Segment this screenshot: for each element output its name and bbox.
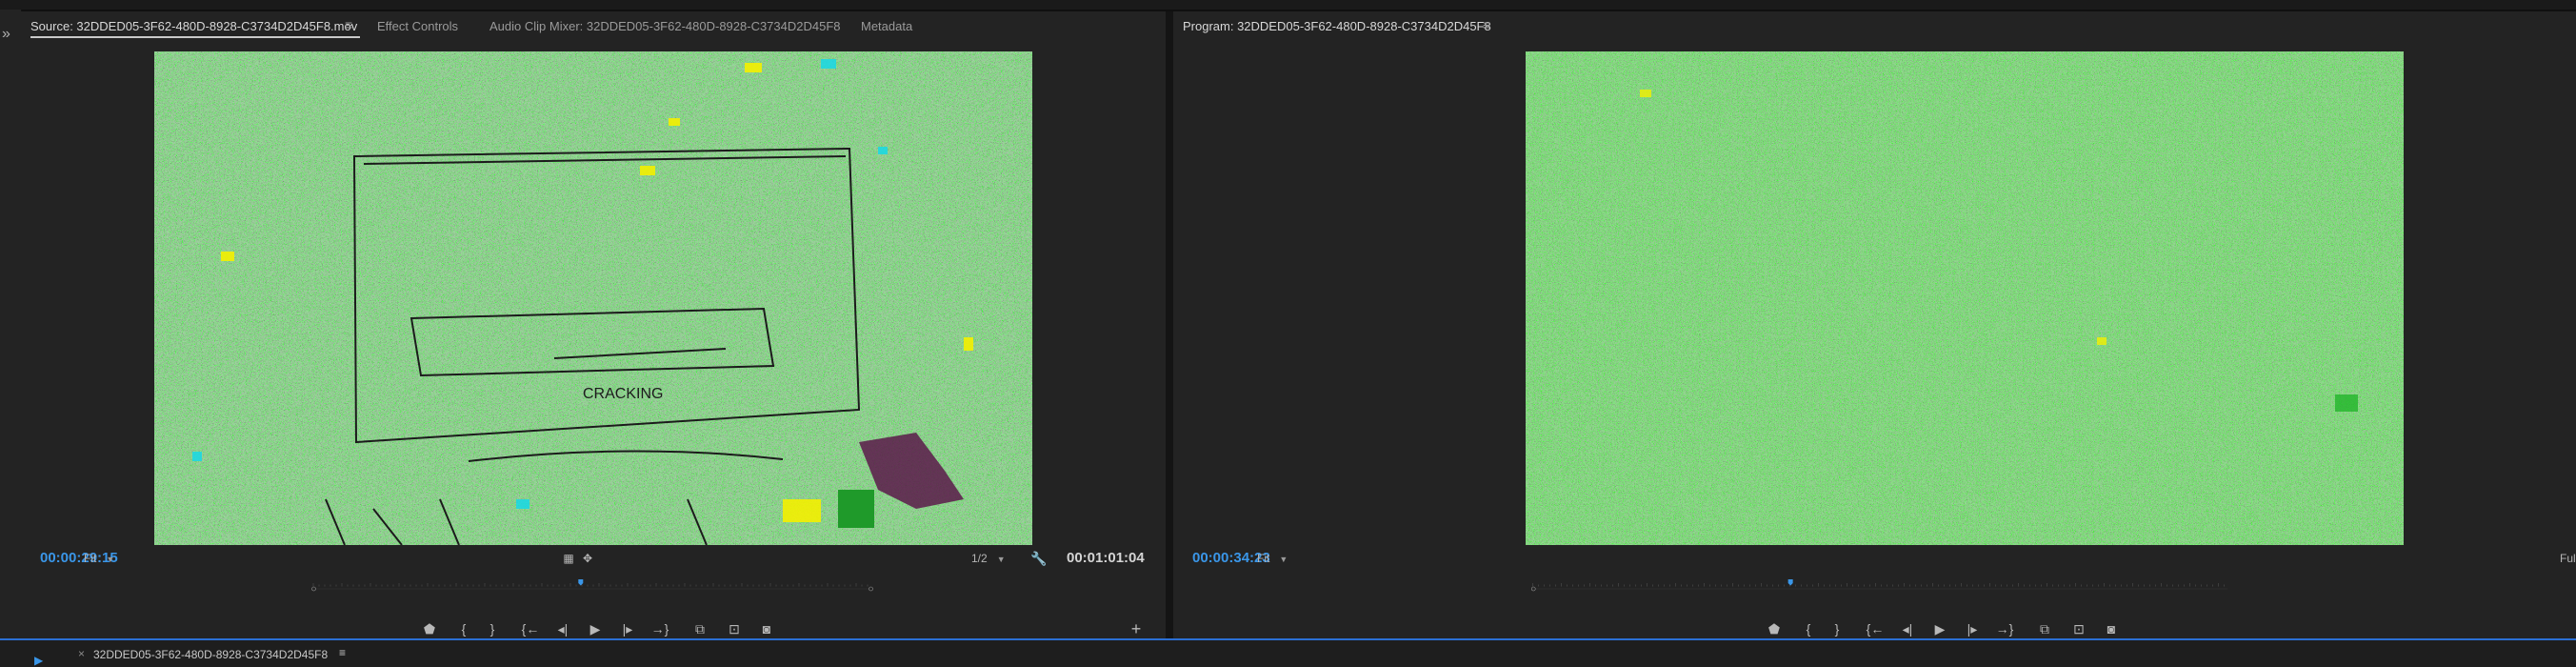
active-tab-underline bbox=[30, 36, 360, 38]
program-resolution-dropdown[interactable]: Ful bbox=[2560, 552, 2576, 565]
source-resolution-dropdown[interactable]: 1/2 ▼ bbox=[971, 552, 1006, 565]
mark-in-icon[interactable]: { bbox=[453, 621, 474, 637]
source-tabbar: Source: 32DDED05-3F62-480D-8928-C3734D2D… bbox=[21, 11, 1166, 40]
go-to-out-icon[interactable]: →} bbox=[1994, 621, 2015, 637]
source-time-ruler[interactable] bbox=[30, 574, 1154, 593]
step-back-icon[interactable]: ◂| bbox=[552, 621, 573, 637]
source-duration-timecode: 00:01:01:04 bbox=[1067, 550, 1145, 566]
camera-icon[interactable]: ◙ bbox=[2101, 621, 2122, 637]
tab-metadata[interactable]: Metadata bbox=[861, 19, 912, 33]
extract-icon[interactable]: ⊡ bbox=[2068, 621, 2089, 637]
monitor-divider[interactable] bbox=[1166, 11, 1173, 638]
program-zoom-dropdown[interactable]: Fit ▼ bbox=[1257, 552, 1288, 565]
insert-icon[interactable]: ⧉ bbox=[689, 621, 710, 637]
sequence-panel-menu-icon[interactable]: ≡ bbox=[339, 646, 346, 659]
add-marker-icon[interactable]: ⬟ bbox=[419, 621, 440, 637]
svg-text:CRACKING: CRACKING bbox=[583, 386, 663, 402]
app-top-strip bbox=[0, 0, 2576, 11]
timeline-tab-strip: ▶ × 32DDED05-3F62-480D-8928-C3734D2D45F8… bbox=[0, 638, 2576, 667]
program-time-ruler[interactable] bbox=[1183, 574, 2576, 593]
source-playhead[interactable] bbox=[578, 579, 584, 586]
step-forward-icon[interactable]: |▸ bbox=[617, 621, 638, 637]
add-button-icon[interactable]: + bbox=[1126, 620, 1147, 637]
lift-icon[interactable]: ⧉ bbox=[2034, 621, 2055, 637]
settings-icon[interactable]: ▦ bbox=[558, 551, 579, 566]
source-zoom-dropdown[interactable]: Fit ▼ bbox=[84, 552, 114, 565]
program-panel-menu-icon[interactable]: ≡ bbox=[1483, 17, 1490, 32]
chevron-down-icon: ▼ bbox=[1279, 555, 1288, 564]
source-zoom-label: Fit bbox=[84, 552, 97, 565]
source-monitor-panel: Source: 32DDED05-3F62-480D-8928-C3734D2D… bbox=[21, 11, 1166, 638]
tools-rail: » bbox=[0, 10, 22, 638]
source-resolution-label: 1/2 bbox=[971, 552, 988, 565]
mark-out-icon[interactable]: } bbox=[482, 621, 503, 637]
tab-program[interactable]: Program: 32DDED05-3F62-480D-8928-C3734D2… bbox=[1183, 19, 1491, 33]
go-to-in-icon[interactable]: {← bbox=[1865, 621, 1886, 637]
camera-icon[interactable]: ◙ bbox=[756, 621, 777, 637]
program-monitor-panel: Program: 32DDED05-3F62-480D-8928-C3734D2… bbox=[1173, 11, 2576, 638]
go-to-in-icon[interactable]: {← bbox=[520, 621, 541, 637]
mark-in-icon[interactable]: { bbox=[1798, 621, 1819, 637]
expand-panels-icon[interactable]: » bbox=[2, 27, 10, 42]
tab-source[interactable]: Source: 32DDED05-3F62-480D-8928-C3734D2D… bbox=[30, 19, 357, 33]
program-playhead[interactable] bbox=[1787, 579, 1793, 586]
chevron-down-icon: ▼ bbox=[996, 555, 1006, 564]
step-back-icon[interactable]: ◂| bbox=[1897, 621, 1918, 637]
program-tabbar: Program: 32DDED05-3F62-480D-8928-C3734D2… bbox=[1173, 11, 2576, 40]
source-video-frame[interactable]: CRACKING bbox=[154, 51, 1032, 545]
chevron-down-icon: ▼ bbox=[106, 555, 115, 564]
source-panel-menu-icon[interactable]: ≡ bbox=[345, 17, 352, 32]
program-zoom-label: Fit bbox=[1257, 552, 1270, 565]
wrench-icon[interactable]: 🔧 bbox=[1028, 551, 1049, 566]
tab-audio-clip-mixer[interactable]: Audio Clip Mixer: 32DDED05-3F62-480D-892… bbox=[489, 19, 841, 33]
mark-out-icon[interactable]: } bbox=[1827, 621, 1847, 637]
close-icon[interactable]: × bbox=[78, 647, 85, 660]
play-icon[interactable]: ▶ bbox=[1929, 621, 1950, 637]
overwrite-icon[interactable]: ⊡ bbox=[724, 621, 745, 637]
tab-sequence[interactable]: 32DDED05-3F62-480D-8928-C3734D2D45F8 bbox=[93, 648, 328, 661]
play-icon[interactable]: ▶ bbox=[585, 621, 606, 637]
go-to-out-icon[interactable]: →} bbox=[649, 621, 670, 637]
program-video-frame[interactable] bbox=[1526, 51, 2404, 545]
step-forward-icon[interactable]: |▸ bbox=[1962, 621, 1983, 637]
add-marker-icon[interactable]: ⬟ bbox=[1764, 621, 1785, 637]
tab-effect-controls[interactable]: Effect Controls bbox=[377, 19, 458, 33]
drag-video-icon[interactable]: ✥ bbox=[577, 551, 598, 566]
